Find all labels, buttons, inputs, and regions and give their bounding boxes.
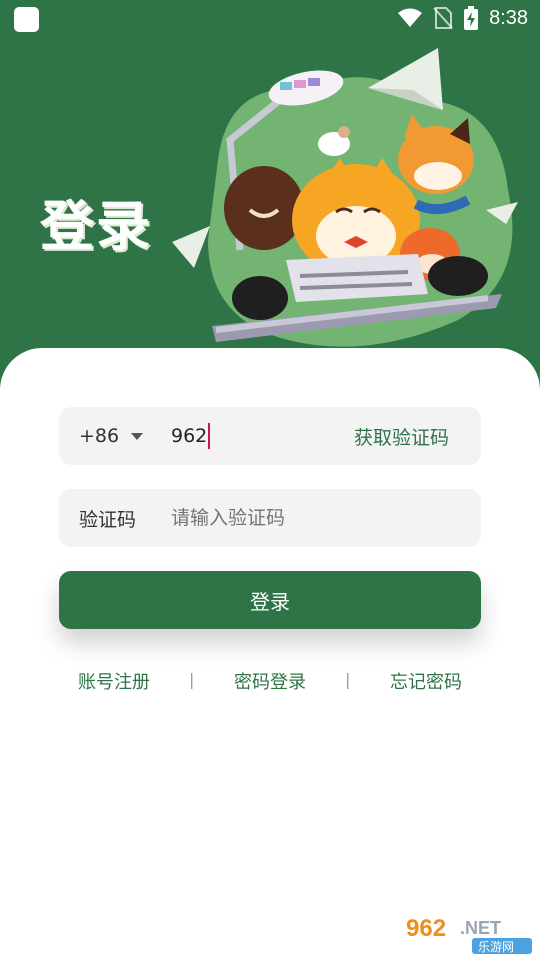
header-banner: 8:38 登录 bbox=[0, 0, 540, 400]
text-cursor bbox=[208, 423, 211, 449]
notification-icon bbox=[14, 7, 39, 32]
phone-field: +86 962 获取验证码 bbox=[59, 407, 481, 465]
code-input[interactable] bbox=[171, 489, 461, 547]
secondary-links: 账号注册 | 密码登录 | 忘记密码 bbox=[0, 668, 540, 698]
no-sim-icon bbox=[433, 7, 453, 29]
cats-on-laptop-illustration bbox=[172, 48, 518, 347]
phone-input[interactable]: 962 bbox=[171, 407, 211, 465]
chevron-down-icon bbox=[131, 432, 144, 440]
forgot-password-link[interactable]: 忘记密码 bbox=[390, 668, 462, 694]
verification-code-field: 验证码 bbox=[59, 489, 481, 547]
svg-text:.NET: .NET bbox=[460, 918, 501, 938]
status-icons: 8:38 bbox=[397, 4, 528, 32]
battery-charging-icon bbox=[464, 6, 479, 30]
status-time: 8:38 bbox=[489, 6, 528, 29]
phone-input-value: 962 bbox=[171, 425, 208, 447]
svg-text:乐游网: 乐游网 bbox=[478, 940, 514, 954]
status-bar: 8:38 bbox=[0, 0, 540, 36]
link-divider: | bbox=[345, 670, 351, 689]
wifi-icon bbox=[398, 8, 423, 27]
login-button[interactable]: 登录 bbox=[59, 571, 481, 629]
watermark-logo: 962 .NET 乐游网 bbox=[402, 912, 534, 956]
country-code-label: +86 bbox=[79, 425, 120, 447]
link-divider: | bbox=[189, 670, 195, 689]
register-link[interactable]: 账号注册 bbox=[78, 668, 150, 694]
svg-text:962: 962 bbox=[406, 915, 446, 942]
get-code-button[interactable]: 获取验证码 bbox=[354, 407, 449, 465]
code-label: 验证码 bbox=[79, 508, 137, 531]
password-login-link[interactable]: 密码登录 bbox=[234, 668, 306, 694]
page-title: 登录 bbox=[40, 195, 152, 258]
country-code-selector[interactable]: +86 bbox=[79, 407, 144, 465]
